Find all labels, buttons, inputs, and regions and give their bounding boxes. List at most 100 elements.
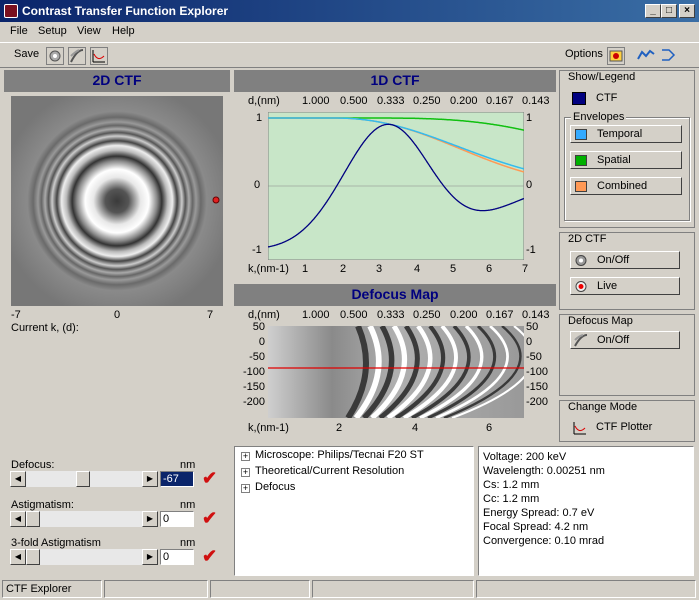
maximize-button[interactable]: □ — [661, 4, 677, 18]
y-tick-label: -1 — [526, 244, 536, 256]
param-cs: Cs: 1.2 mm — [483, 479, 540, 491]
live-icon — [575, 281, 587, 292]
parameters-panel: Voltage: 200 keV Wavelength: 0.00251 nm … — [478, 446, 694, 576]
astigmatism-slider-thumb[interactable] — [26, 511, 40, 527]
options-icon[interactable] — [607, 47, 625, 65]
k-tick-label: 6 — [486, 263, 493, 275]
pattern-icon[interactable] — [68, 47, 86, 65]
astigmatism3-slider[interactable]: ◀ ▶ — [10, 549, 158, 565]
astigmatism-label: Astigmatism: — [11, 499, 74, 511]
astigmatism-decrease-button[interactable]: ◀ — [10, 511, 26, 527]
options-button[interactable]: Options — [565, 48, 603, 60]
ctf-legend-label: CTF — [596, 92, 618, 104]
defocus-slider[interactable]: ◀ ▶ — [10, 471, 158, 487]
defocus-map-title: Defocus Map — [234, 284, 556, 306]
astigmatism-apply-check-icon[interactable]: ✔ — [202, 508, 217, 529]
app-icon — [4, 4, 18, 18]
astigmatism-value-input[interactable]: 0 — [160, 511, 194, 527]
tree-item-microscope[interactable]: + Microscope: Philips/Tecnai F20 ST — [235, 449, 473, 465]
d-tick-label: 0.167 — [486, 95, 514, 107]
k-axis-label: k,(nm-1) — [248, 263, 289, 275]
astigmatism3-decrease-button[interactable]: ◀ — [10, 549, 26, 565]
expand-icon[interactable]: + — [241, 468, 250, 477]
menu-help[interactable]: Help — [112, 25, 135, 37]
ctf2d-onoff-button[interactable]: On/Off — [570, 251, 680, 269]
defocus-slider-thumb[interactable] — [76, 471, 90, 487]
expand-icon[interactable]: + — [241, 452, 250, 461]
save-button[interactable]: Save — [14, 48, 39, 60]
dm-y-tick-label: 0 — [526, 336, 533, 348]
status-pane-3 — [210, 580, 310, 598]
plot-icon[interactable] — [90, 47, 108, 65]
ctf-plotter-label: CTF Plotter — [596, 421, 653, 433]
y-tick-label: 0 — [254, 179, 261, 191]
tree-item-defocus[interactable]: + Defocus — [235, 481, 473, 497]
k-tick-label: 2 — [340, 263, 347, 275]
status-pane-2 — [104, 580, 208, 598]
dm-d-tick-label: 0.143 — [522, 309, 550, 321]
ctf2d-live-button[interactable]: Live — [570, 277, 680, 295]
tree-item-resolution[interactable]: + Theoretical/Current Resolution — [235, 465, 473, 481]
param-voltage: Voltage: 200 keV — [483, 451, 567, 463]
ctf-1d-plot[interactable] — [268, 112, 524, 260]
status-pane-4 — [312, 580, 474, 598]
2d-tick-right: 7 — [207, 309, 214, 321]
temporal-label: Temporal — [597, 128, 643, 140]
astigmatism3-increase-button[interactable]: ▶ — [142, 549, 158, 565]
param-energy-spread: Energy Spread: 0.7 eV — [483, 507, 595, 519]
astigmatism3-unit: nm — [180, 537, 196, 549]
combined-label: Combined — [597, 180, 648, 192]
astigmatism3-value-input[interactable]: 0 — [160, 549, 194, 565]
target-icon[interactable] — [46, 47, 64, 65]
astigmatism-unit: nm — [180, 499, 196, 511]
k-tick-label: 3 — [376, 263, 383, 275]
arrow-icon[interactable] — [659, 47, 677, 65]
astigmatism3-slider-thumb[interactable] — [26, 549, 40, 565]
astigmatism-slider[interactable]: ◀ ▶ — [10, 511, 158, 527]
close-button[interactable]: × — [679, 4, 695, 18]
dm-y-tick-label: -200 — [526, 396, 549, 408]
controls-panel: Defocus: nm ◀ ▶ -67 ✔ Astigmatism: nm ◀ … — [4, 446, 230, 576]
defocus-unit: nm — [180, 459, 196, 471]
combined-button[interactable]: Combined — [570, 177, 682, 195]
k-tick-label: 5 — [450, 263, 457, 275]
defocus-decrease-button[interactable]: ◀ — [10, 471, 26, 487]
y-tick-label: -1 — [252, 244, 262, 256]
menu-setup[interactable]: Setup — [38, 25, 67, 37]
astigmatism3-label: 3-fold Astigmatism — [11, 537, 101, 549]
panel-defocus-map: Defocus Map d,(nm) 1.000 0.500 0.333 0.250 0… — [234, 284, 556, 442]
dm-d-tick-label: 0.200 — [450, 309, 478, 321]
ctf-2d-image[interactable] — [11, 96, 223, 306]
astigmatism3-apply-check-icon[interactable]: ✔ — [202, 546, 217, 567]
expand-icon[interactable]: + — [241, 484, 250, 493]
dm-y-tick-label: -150 — [242, 381, 265, 393]
defocus-increase-button[interactable]: ▶ — [142, 471, 158, 487]
d-tick-label: 0.250 — [413, 95, 441, 107]
menu-file[interactable]: File — [10, 25, 28, 37]
tree-item-label: Microscope: Philips/Tecnai F20 ST — [255, 449, 424, 461]
temporal-button[interactable]: Temporal — [570, 125, 682, 143]
ctf-plotter-button[interactable]: CTF Plotter — [570, 419, 686, 437]
astigmatism-increase-button[interactable]: ▶ — [142, 511, 158, 527]
menu-view[interactable]: View — [77, 25, 101, 37]
minimize-button[interactable]: _ — [645, 4, 661, 18]
dm-y-tick-label: -100 — [526, 366, 549, 378]
panel-1d-title: 1D CTF — [234, 70, 556, 92]
k-tick-label: 7 — [522, 263, 529, 275]
dm-d-tick-label: 1.000 — [302, 309, 330, 321]
defocus-apply-check-icon[interactable]: ✔ — [202, 468, 217, 489]
spatial-button[interactable]: Spatial — [570, 151, 682, 169]
k-tick-label: 1 — [302, 263, 309, 275]
dm-y-tick-label: -50 — [249, 351, 265, 363]
defocus-value-input[interactable]: -67 — [160, 471, 194, 487]
combined-swatch — [575, 181, 587, 192]
dm-k-axis-label: k,(nm-1) — [248, 422, 289, 434]
title-bar: Contrast Transfer Function Explorer _ □ … — [0, 0, 699, 22]
spatial-label: Spatial — [597, 154, 631, 166]
d-tick-label: 0.500 — [340, 95, 368, 107]
status-pane-5 — [476, 580, 696, 598]
wave-icon[interactable] — [637, 47, 655, 65]
dm-y-tick-label: -50 — [526, 351, 542, 363]
defocusmap-onoff-button[interactable]: On/Off — [570, 331, 680, 349]
defocus-map-image[interactable] — [268, 326, 524, 418]
